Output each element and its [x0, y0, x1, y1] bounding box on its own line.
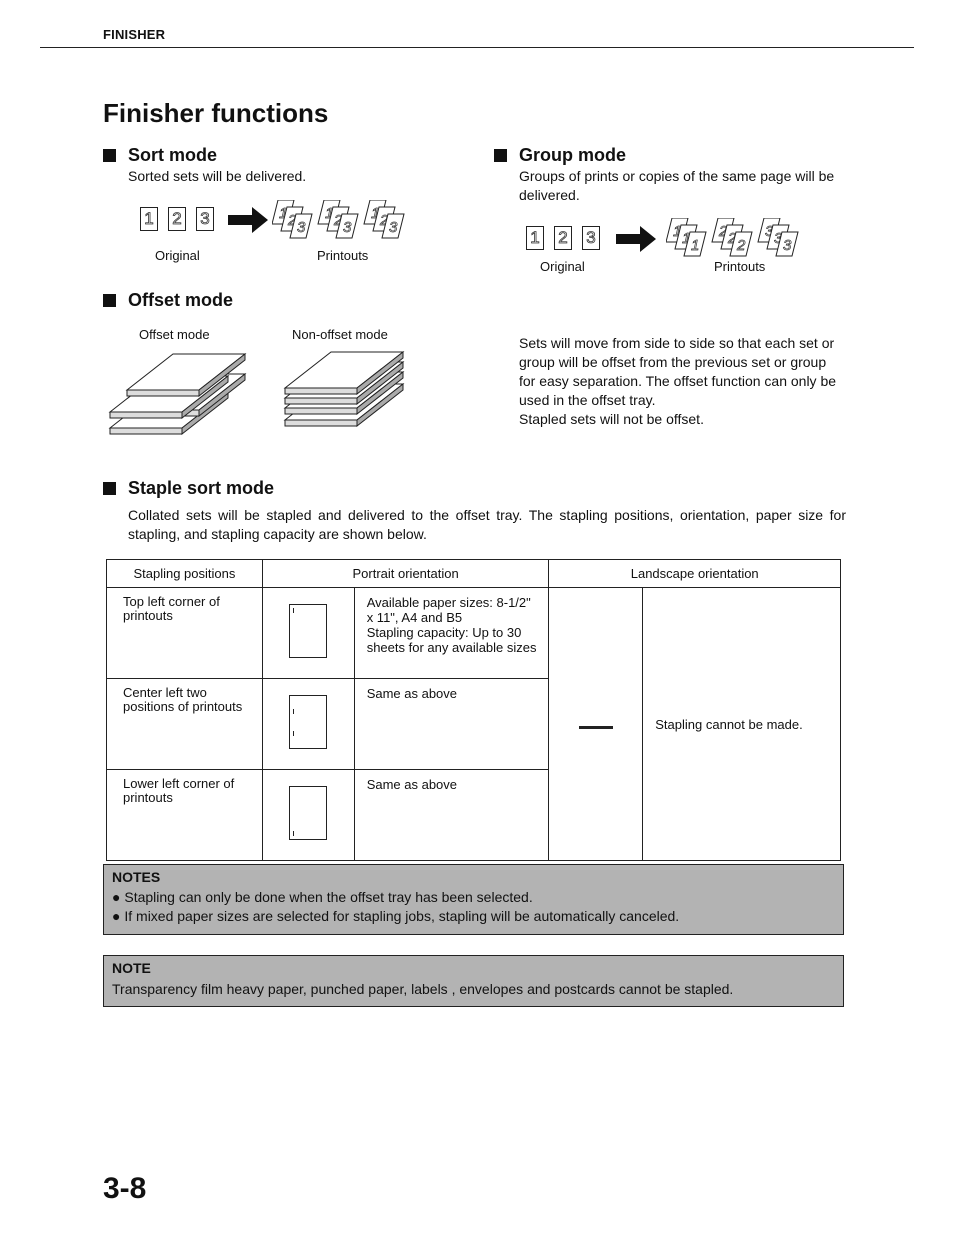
offset-stack-figure	[108, 352, 247, 436]
landscape-text-cell: Stapling cannot be made.	[642, 587, 841, 861]
stapling-table: Stapling positions Portrait orientation …	[106, 559, 841, 861]
offset-desc-line: used in the offset tray.	[519, 392, 656, 408]
sort-originals: 1 2 3	[140, 207, 214, 231]
bullet-square-icon	[103, 482, 116, 495]
staple-sort-mode-heading: Staple sort mode	[103, 478, 274, 499]
paper-lower-left-staple-icon	[289, 786, 328, 840]
offset-desc-line: Sets will move from side to side so that…	[519, 335, 835, 351]
sort-mode-description: Sorted sets will be delivered.	[128, 168, 307, 184]
original-page-2: 2	[168, 207, 186, 231]
notes-item: ● If mixed paper sizes are selected for …	[112, 908, 680, 924]
paper-center-left-staples-icon	[289, 695, 328, 749]
dash-icon	[578, 725, 613, 729]
sort-mode-heading: Sort mode	[103, 145, 217, 166]
stapling-position-cell: Center left two positions of printouts	[106, 678, 263, 770]
table-header: Stapling positions	[106, 559, 263, 588]
table-header-row: Stapling positions Portrait orientation …	[106, 559, 841, 588]
group-mode-description: Groups of prints or copies of the same p…	[519, 168, 835, 203]
group-originals: 1 2 3	[526, 226, 600, 250]
group-printouts-label: Printouts	[714, 259, 766, 274]
original-page-1: 1	[140, 207, 158, 231]
table-row: Top left corner of printouts Available p…	[106, 587, 841, 861]
landscape-symbol-cell	[548, 587, 644, 861]
original-page-3: 3	[582, 226, 600, 250]
offset-mode-title: Offset mode	[128, 290, 234, 310]
offset-figure-label: Offset mode	[139, 327, 210, 342]
portrait-diagram-cell	[261, 678, 355, 770]
note-text: Transparency film heavy paper, punched p…	[112, 981, 734, 997]
svg-text:3: 3	[783, 237, 792, 254]
page-title: Finisher functions	[103, 98, 329, 128]
non-offset-stack-figure	[283, 350, 405, 428]
note-title: NOTE	[112, 960, 151, 976]
offset-mode-description: Sets will move from side to side so that…	[519, 334, 836, 429]
bullet-square-icon	[494, 149, 507, 162]
group-original-label: Original	[540, 259, 585, 274]
header-divider	[40, 47, 914, 48]
original-page-3: 3	[196, 207, 214, 231]
portrait-text-cell: Same as above	[353, 678, 550, 770]
original-page-2: 2	[554, 226, 572, 250]
original-page-1: 1	[526, 226, 544, 250]
bullet-square-icon	[103, 149, 116, 162]
stapling-position-cell: Lower left corner of printouts	[106, 769, 263, 861]
stapling-position-cell: Top left corner of printouts	[106, 587, 263, 679]
svg-text:3: 3	[297, 219, 306, 236]
notes-box: NOTES ● Stapling can only be done when t…	[103, 864, 844, 935]
bullet-square-icon	[103, 294, 116, 307]
portrait-text-cell: Same as above	[353, 769, 550, 861]
group-printouts-figure: 1 1 12 2 23 3 3	[666, 218, 799, 257]
svg-text:2: 2	[736, 237, 746, 254]
table-header: Landscape orientation	[548, 559, 841, 588]
portrait-diagram-cell	[261, 769, 355, 861]
offset-desc-line: for easy separation. The offset function…	[519, 373, 837, 389]
svg-text:3: 3	[389, 219, 398, 236]
svg-text:1: 1	[691, 237, 699, 254]
notes-item-text: Stapling can only be done when the offse…	[124, 889, 533, 905]
sort-mode-title: Sort mode	[128, 145, 218, 165]
svg-text:3: 3	[343, 219, 352, 236]
arrow-right-icon	[228, 207, 268, 233]
group-mode-title: Group mode	[519, 145, 626, 165]
running-head: FINISHER	[103, 27, 166, 42]
note-box: NOTE Transparency film heavy paper, punc…	[103, 955, 844, 1007]
sort-printouts-figure: 1 2 31 2 31 2 3	[272, 200, 405, 239]
page-number: 3-8	[103, 1172, 147, 1205]
staple-sort-mode-title: Staple sort mode	[128, 478, 275, 498]
portrait-text-cell: Available paper sizes: 8-1/2" x 11", A4 …	[353, 587, 550, 679]
sort-original-label: Original	[155, 248, 200, 263]
paper-top-left-staple-icon	[289, 604, 328, 658]
notes-item: ● Stapling can only be done when the off…	[112, 889, 533, 905]
group-mode-heading: Group mode	[494, 145, 626, 166]
staple-sort-mode-description: Collated sets will be stapled and delive…	[128, 507, 846, 542]
offset-desc-line: Stapled sets will not be offset.	[519, 411, 704, 427]
notes-item-text: If mixed paper sizes are selected for st…	[124, 908, 680, 924]
portrait-diagram-cell	[261, 587, 355, 679]
table-header: Portrait orientation	[261, 559, 550, 588]
notes-title: NOTES	[112, 869, 161, 885]
arrow-right-icon	[616, 226, 656, 252]
non-offset-figure-label: Non-offset mode	[292, 327, 388, 342]
offset-desc-line: group will be offset from the previous s…	[519, 354, 827, 370]
sort-printouts-label: Printouts	[317, 248, 369, 263]
offset-mode-heading: Offset mode	[103, 290, 233, 311]
